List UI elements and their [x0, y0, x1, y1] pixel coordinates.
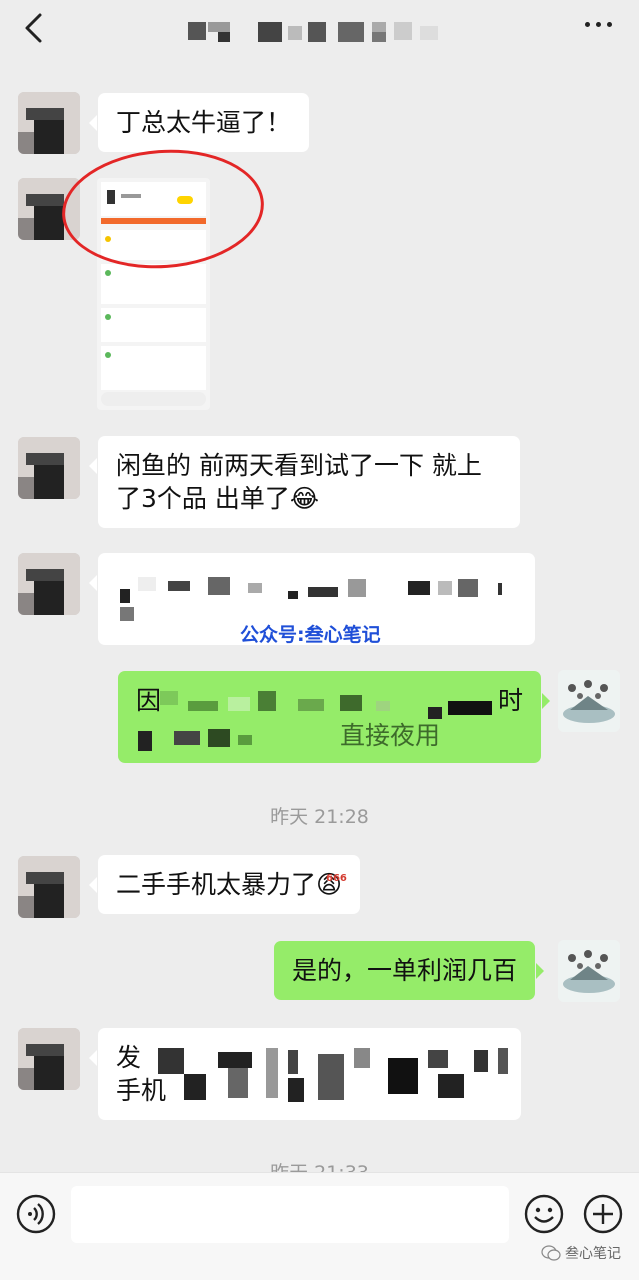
message-text-fragment: 因: [136, 686, 162, 715]
message-text-line: 了3个品 出单了: [116, 484, 290, 513]
message-text-fragment: 直接夜用: [340, 721, 441, 750]
contact-avatar[interactable]: [18, 553, 80, 615]
voice-input-icon[interactable]: [16, 1194, 56, 1234]
my-avatar[interactable]: [558, 940, 620, 1002]
brand-watermark: 叁心笔记: [541, 1243, 621, 1263]
emoji-icon[interactable]: [524, 1194, 564, 1234]
message-text: 是的，一单利润几百: [292, 956, 518, 985]
message-text: 二手手机太暴力了: [116, 870, 317, 899]
contact-avatar[interactable]: [18, 856, 80, 918]
back-arrow-icon[interactable]: [22, 12, 46, 44]
obscured-message-bubble[interactable]: 发 手机: [89, 1028, 521, 1120]
laughing-emoji-icon: 😂: [289, 484, 320, 513]
awkward-666-emoji-icon: 😩 666: [316, 870, 347, 899]
message-input[interactable]: [71, 1186, 509, 1243]
message-text-fragment: 时: [498, 686, 524, 715]
message-text-fragment: 发: [116, 1043, 142, 1072]
message-text: 丁总太牛逼了！: [116, 108, 292, 137]
red-annotation-circle: [58, 143, 268, 275]
plus-more-icon[interactable]: [583, 1194, 623, 1234]
watermark-text: 公众号:叁心笔记: [240, 624, 381, 646]
more-options-icon[interactable]: [585, 22, 613, 30]
contact-avatar[interactable]: [18, 92, 80, 154]
timestamp: 昨天 21:28: [270, 806, 369, 828]
chat-header: [0, 0, 639, 58]
message-bubble[interactable]: 丁总太牛逼了！: [88, 93, 310, 152]
ink-painting-icon: [558, 940, 620, 1002]
message-bubble[interactable]: 闲鱼的 前两天看到试了一下 就上 了3个品 出单了😂: [89, 436, 520, 528]
my-avatar[interactable]: [558, 670, 620, 732]
contact-avatar[interactable]: [18, 1028, 80, 1090]
message-text-line: 闲鱼的 前两天看到试了一下 就上: [116, 451, 482, 480]
message-bubble[interactable]: 二手手机太暴力了😩 666: [88, 855, 361, 914]
ink-painting-icon: [558, 670, 620, 732]
obscured-message-bubble[interactable]: 因 时 直接夜用: [118, 671, 550, 763]
chat-input-bar: 叁心笔记: [0, 1172, 639, 1280]
brand-name: 叁心笔记: [565, 1246, 621, 1262]
message-text-fragment: 手机: [116, 1076, 167, 1105]
chat-title-obscured: [188, 18, 438, 44]
wechat-icon: [541, 1245, 561, 1261]
message-bubble[interactable]: 是的，一单利润几百: [274, 941, 545, 1000]
contact-avatar[interactable]: [18, 437, 80, 499]
